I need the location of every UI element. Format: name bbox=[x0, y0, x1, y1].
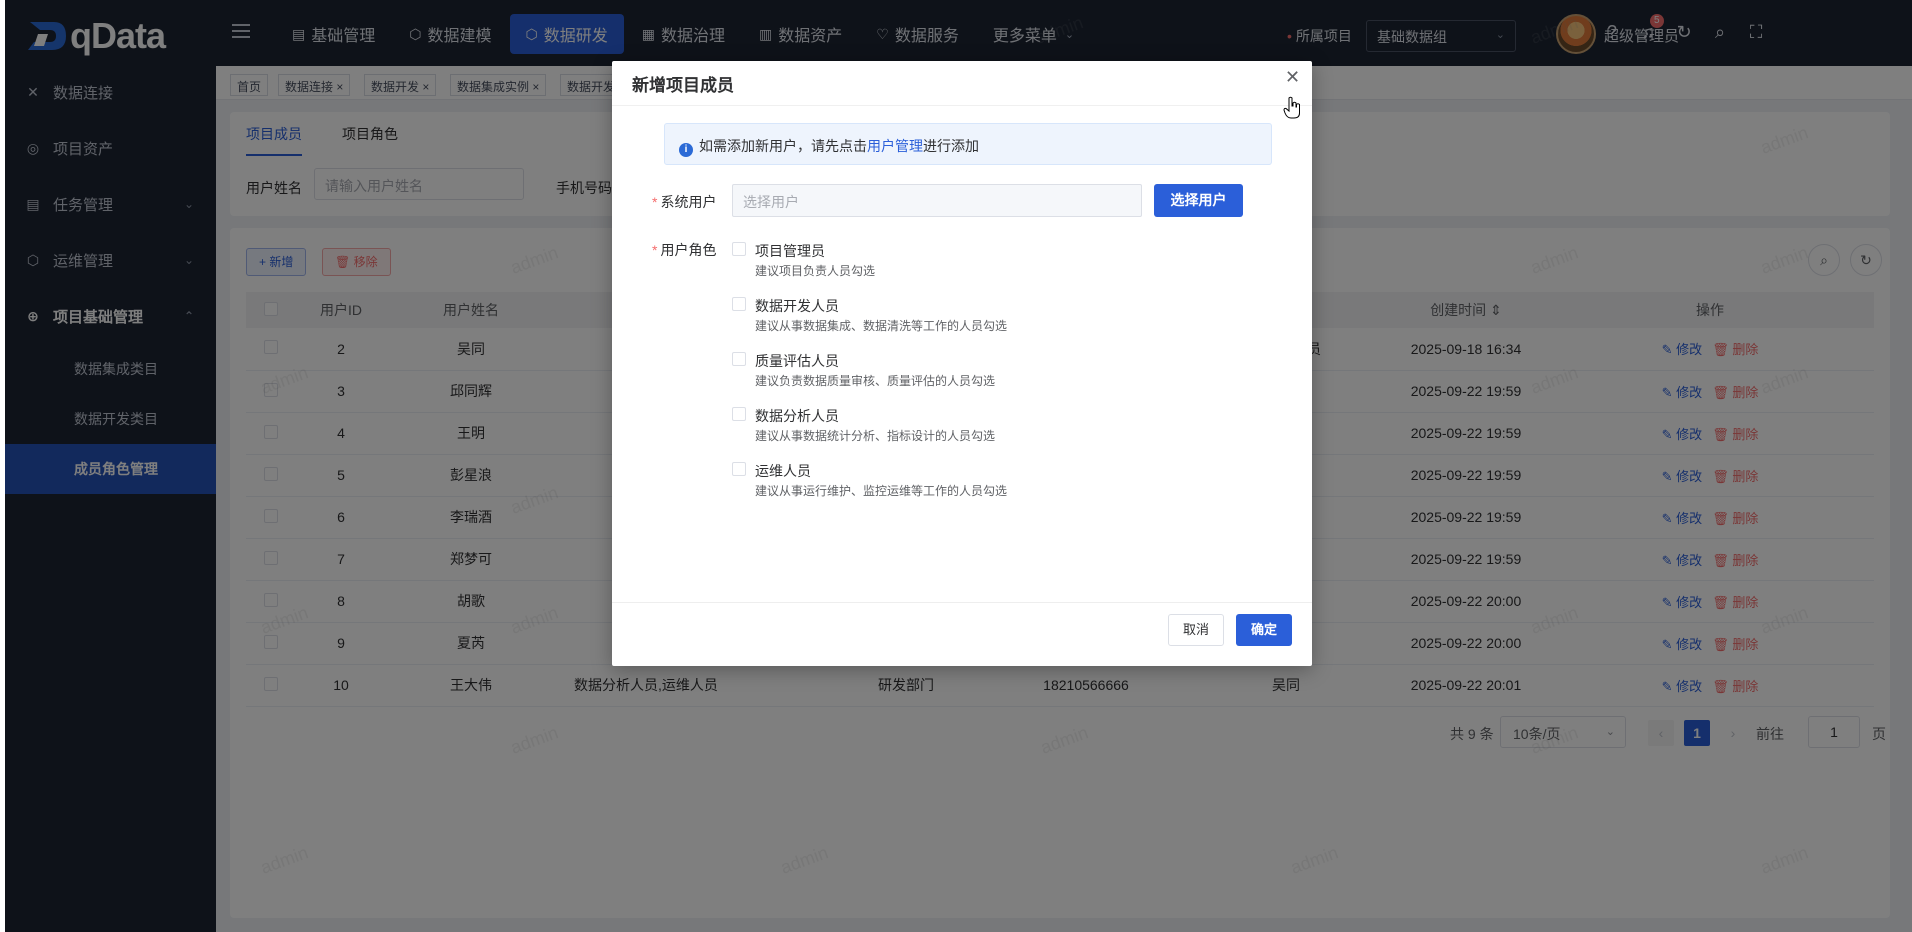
role-description: 建议负责数据质量审核、质量评估的人员勾选 bbox=[755, 374, 996, 388]
alert-text-suffix: 进行添加 bbox=[923, 138, 979, 154]
close-icon[interactable]: ✕ bbox=[1285, 67, 1300, 88]
role-checkbox[interactable] bbox=[732, 242, 746, 256]
window-edge bbox=[0, 0, 5, 932]
confirm-button[interactable]: 确定 bbox=[1236, 614, 1292, 646]
system-user-input[interactable]: 选择用户 bbox=[732, 184, 1142, 217]
hand-cursor-icon bbox=[1283, 96, 1300, 119]
system-user-label-text: 系统用户 bbox=[660, 194, 717, 210]
role-name: 数据开发人员 bbox=[755, 298, 839, 314]
role-checkbox[interactable] bbox=[732, 407, 746, 421]
role-name: 数据分析人员 bbox=[755, 408, 839, 424]
role-name: 运维人员 bbox=[755, 463, 811, 479]
role-description: 建议从事数据集成、数据清洗等工作的人员勾选 bbox=[755, 319, 1008, 333]
add-member-dialog: 新增项目成员 ✕ i 如需添加新用户，请先点击用户管理进行添加 * 系统用户 选择用… bbox=[612, 61, 1312, 666]
role-description: 建议从事运行维护、监控运维等工作的人员勾选 bbox=[755, 484, 1008, 498]
user-management-link[interactable]: 用户管理 bbox=[867, 138, 923, 154]
role-checkbox[interactable] bbox=[732, 462, 746, 476]
divider bbox=[612, 602, 1312, 603]
dialog-title: 新增项目成员 bbox=[632, 76, 734, 95]
cancel-button[interactable]: 取消 bbox=[1168, 614, 1224, 646]
role-checkbox[interactable] bbox=[732, 352, 746, 366]
select-user-button[interactable]: 选择用户 bbox=[1154, 184, 1243, 217]
alert-text: 如需添加新用户，请先点击 bbox=[699, 138, 867, 154]
role-checkbox[interactable] bbox=[732, 297, 746, 311]
role-description: 建议项目负责人员勾选 bbox=[755, 264, 876, 278]
role-description: 建议从事数据统计分析、指标设计的人员勾选 bbox=[755, 429, 996, 443]
role-name: 质量评估人员 bbox=[755, 353, 839, 369]
user-role-label-text: 用户角色 bbox=[660, 242, 717, 258]
info-icon: i bbox=[679, 143, 693, 157]
user-role-label: * 用户角色 bbox=[652, 242, 717, 258]
info-alert: i 如需添加新用户，请先点击用户管理进行添加 bbox=[664, 123, 1272, 165]
role-name: 项目管理员 bbox=[755, 243, 825, 259]
divider bbox=[612, 105, 1312, 106]
system-user-label: * 系统用户 bbox=[652, 194, 717, 210]
